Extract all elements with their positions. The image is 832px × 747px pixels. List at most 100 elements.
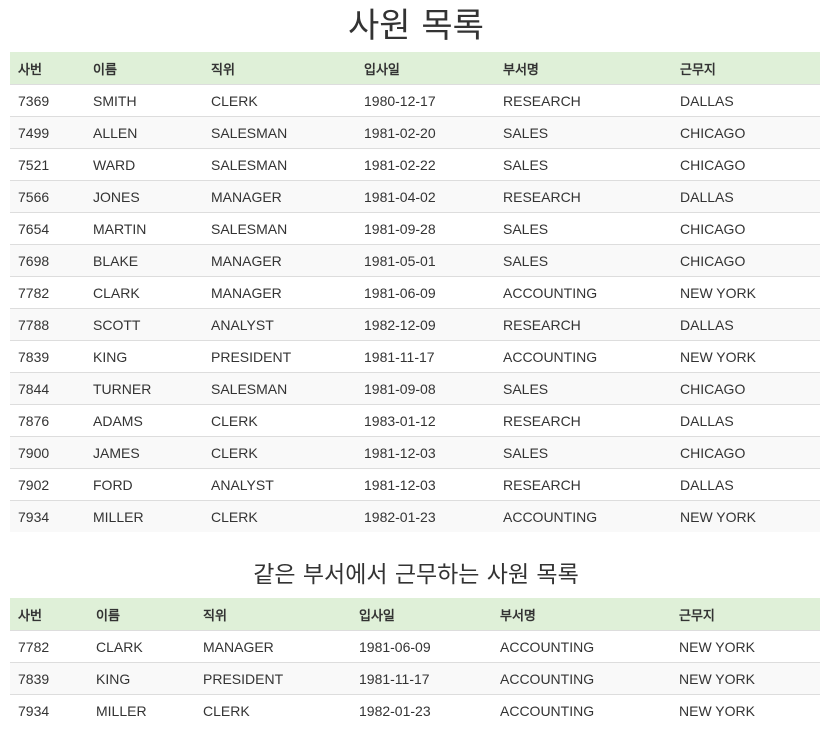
hiredate-cell: 1981-11-17 — [351, 662, 492, 695]
column-header-dept: 부서명 — [495, 52, 672, 85]
job-cell: ANALYST — [203, 308, 356, 341]
table-row: 7839 KING PRESIDENT 1981-11-17 ACCOUNTING NEW… — [10, 662, 820, 695]
job-cell: CLERK — [195, 694, 351, 726]
table-row: 7782 CLARK MANAGER 1981-06-09 ACCOUNTING NEW … — [10, 630, 820, 663]
empno-cell: 7566 — [10, 180, 85, 213]
name-cell: JAMES — [85, 436, 203, 469]
hiredate-cell: 1983-01-12 — [356, 404, 495, 437]
employee-table: 사번 이름 직위 입사일 부서명 근무지 7369 SMITH CLERK 1980-… — [10, 52, 820, 532]
hiredate-cell: 1982-01-23 — [356, 500, 495, 532]
location-cell: NEW YORK — [672, 276, 820, 309]
name-cell: SCOTT — [85, 308, 203, 341]
location-cell: CHICAGO — [672, 372, 820, 405]
column-header-empno: 사번 — [10, 52, 85, 85]
job-cell: MANAGER — [203, 244, 356, 277]
dept-cell: ACCOUNTING — [492, 694, 671, 726]
hiredate-cell: 1981-09-08 — [356, 372, 495, 405]
table-row: 7521 WARD SALESMAN 1981-02-22 SALES CHICAGO — [10, 148, 820, 181]
empno-cell: 7782 — [10, 276, 85, 309]
table-row: 7782 CLARK MANAGER 1981-06-09 ACCOUNTING NEW … — [10, 276, 820, 309]
dept-cell: RESEARCH — [495, 468, 672, 501]
empno-cell: 7788 — [10, 308, 85, 341]
empno-cell: 7934 — [10, 500, 85, 532]
dept-cell: ACCOUNTING — [492, 630, 671, 663]
location-cell: DALLAS — [672, 180, 820, 213]
hiredate-cell: 1981-09-28 — [356, 212, 495, 245]
location-cell: NEW YORK — [671, 694, 820, 726]
location-cell: CHICAGO — [672, 148, 820, 181]
name-cell: FORD — [85, 468, 203, 501]
dept-cell: SALES — [495, 212, 672, 245]
location-cell: NEW YORK — [671, 662, 820, 695]
location-cell: NEW YORK — [672, 500, 820, 532]
name-cell: KING — [88, 662, 195, 695]
empno-cell: 7369 — [10, 84, 85, 117]
column-header-empno: 사번 — [10, 598, 88, 631]
empno-cell: 7839 — [10, 340, 85, 373]
name-cell: ALLEN — [85, 116, 203, 149]
empno-cell: 7499 — [10, 116, 85, 149]
name-cell: SMITH — [85, 84, 203, 117]
name-cell: BLAKE — [85, 244, 203, 277]
empno-cell: 7654 — [10, 212, 85, 245]
table-row: 7499 ALLEN SALESMAN 1981-02-20 SALES CHICAGO — [10, 116, 820, 149]
dept-cell: RESEARCH — [495, 84, 672, 117]
same-dept-table-header-row: 사번 이름 직위 입사일 부서명 근무지 — [10, 598, 820, 631]
empno-cell: 7900 — [10, 436, 85, 469]
column-header-location: 근무지 — [671, 598, 820, 631]
name-cell: MILLER — [88, 694, 195, 726]
job-cell: SALESMAN — [203, 116, 356, 149]
location-cell: CHICAGO — [672, 244, 820, 277]
job-cell: SALESMAN — [203, 372, 356, 405]
hiredate-cell: 1982-12-09 — [356, 308, 495, 341]
job-cell: CLERK — [203, 436, 356, 469]
table-row: 7844 TURNER SALESMAN 1981-09-08 SALES CHICAGO — [10, 372, 820, 405]
table-row: 7654 MARTIN SALESMAN 1981-09-28 SALES CHICAGO — [10, 212, 820, 245]
employee-table-body: 7369 SMITH CLERK 1980-12-17 RESEARCH DALLAS 74… — [10, 84, 820, 532]
table-row: 7788 SCOTT ANALYST 1982-12-09 RESEARCH DALLAS — [10, 308, 820, 341]
dept-cell: SALES — [495, 116, 672, 149]
page-title: 사원 목록 — [348, 6, 484, 46]
empno-cell: 7844 — [10, 372, 85, 405]
name-cell: MARTIN — [85, 212, 203, 245]
name-cell: WARD — [85, 148, 203, 181]
employee-table-header-row: 사번 이름 직위 입사일 부서명 근무지 — [10, 52, 820, 85]
column-header-hiredate: 입사일 — [356, 52, 495, 85]
column-header-name: 이름 — [85, 52, 203, 85]
name-cell: KING — [85, 340, 203, 373]
location-cell: NEW YORK — [671, 630, 820, 663]
table-row: 7934 MILLER CLERK 1982-01-23 ACCOUNTING NEW Y… — [10, 694, 820, 726]
dept-cell: ACCOUNTING — [495, 500, 672, 532]
hiredate-cell: 1981-12-03 — [356, 468, 495, 501]
job-cell: MANAGER — [203, 180, 356, 213]
hiredate-cell: 1981-06-09 — [356, 276, 495, 309]
name-cell: ADAMS — [85, 404, 203, 437]
empno-cell: 7521 — [10, 148, 85, 181]
job-cell: CLERK — [203, 84, 356, 117]
dept-cell: ACCOUNTING — [495, 276, 672, 309]
location-cell: CHICAGO — [672, 116, 820, 149]
hiredate-cell: 1982-01-23 — [351, 694, 492, 726]
location-cell: DALLAS — [672, 404, 820, 437]
location-cell: CHICAGO — [672, 436, 820, 469]
hiredate-cell: 1981-02-22 — [356, 148, 495, 181]
empno-cell: 7839 — [10, 662, 88, 695]
column-header-job: 직위 — [203, 52, 356, 85]
dept-cell: RESEARCH — [495, 308, 672, 341]
hiredate-cell: 1981-05-01 — [356, 244, 495, 277]
dept-cell: ACCOUNTING — [492, 662, 671, 695]
same-dept-table: 사번 이름 직위 입사일 부서명 근무지 7782 CLARK MANAGER 198… — [10, 598, 820, 726]
empno-cell: 7782 — [10, 630, 88, 663]
dept-cell: SALES — [495, 244, 672, 277]
dept-cell: SALES — [495, 436, 672, 469]
name-cell: CLARK — [85, 276, 203, 309]
hiredate-cell: 1981-04-02 — [356, 180, 495, 213]
empno-cell: 7902 — [10, 468, 85, 501]
location-cell: DALLAS — [672, 308, 820, 341]
job-cell: MANAGER — [195, 630, 351, 663]
column-header-dept: 부서명 — [492, 598, 671, 631]
dept-cell: RESEARCH — [495, 180, 672, 213]
table-row: 7839 KING PRESIDENT 1981-11-17 ACCOUNTING NEW… — [10, 340, 820, 373]
job-cell: PRESIDENT — [195, 662, 351, 695]
column-header-hiredate: 입사일 — [351, 598, 492, 631]
